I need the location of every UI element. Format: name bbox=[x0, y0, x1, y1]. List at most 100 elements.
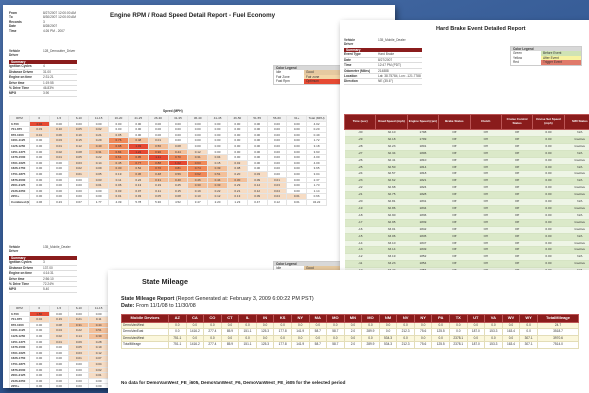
grid-cell: 0.00 bbox=[88, 383, 110, 388]
brake-cell: Off bbox=[501, 136, 533, 144]
brake-cell: Inactive bbox=[564, 246, 589, 255]
state-col-header: NY bbox=[290, 314, 310, 323]
summary-item-key: Odometer (Miles) bbox=[344, 68, 371, 73]
brake-cell: 1845 bbox=[407, 233, 439, 241]
vehicle-info-row: Driver bbox=[9, 53, 75, 57]
brake-cell: N/A bbox=[564, 150, 589, 158]
brake-col-header: Cruise Control Status bbox=[500, 114, 534, 130]
summary-item-key: Engine on time bbox=[9, 75, 32, 80]
brake-cell: -29 bbox=[344, 136, 376, 144]
brake-row: -26 32.41 1810 Off Off Off 0.00 Inactive bbox=[344, 157, 589, 165]
state-cell: 751.1 bbox=[168, 341, 187, 349]
brake-cell: Off bbox=[470, 246, 502, 255]
brake-cell: Off bbox=[438, 170, 470, 179]
state-cell: 212.3 bbox=[396, 328, 415, 336]
brake-cell: N/A bbox=[564, 212, 589, 220]
brake-cell: Off bbox=[470, 191, 502, 200]
brake-cell: 0.00 bbox=[532, 212, 565, 220]
state-row: TotalMileage 751.1 1416.2 277.4 85.9 151.1 125… bbox=[121, 341, 579, 349]
brake-cell: Off bbox=[470, 150, 502, 158]
brake-cell: N/A bbox=[564, 198, 589, 206]
brake-cell: Off bbox=[501, 164, 533, 172]
brake-cell: 32.81 bbox=[375, 198, 408, 206]
state-row: DemoVanWest 751.1 0.0 0.0 0.0 0.0 0.0 0.0 0.0 0.0… bbox=[121, 334, 579, 343]
brake-cell: Off bbox=[501, 226, 533, 234]
engine-summary-2: Summary Ignition Cycles 3 Distance Driven 1… bbox=[9, 256, 77, 293]
state-col-header: MN bbox=[343, 314, 363, 323]
summary-item-key: MPG bbox=[9, 91, 17, 96]
brake-cell: -25 bbox=[344, 164, 376, 172]
report-info-key: Time bbox=[9, 28, 17, 33]
state-cell: 2378.1 bbox=[449, 341, 468, 349]
brake-cell: N/A bbox=[564, 253, 589, 262]
state-col-header: MA bbox=[308, 314, 328, 323]
engine-report-info: From 8/27/2007 12:00:00 AM To 8/30/2007 12:… bbox=[9, 11, 76, 33]
state-cell: 0.0 bbox=[255, 334, 275, 343]
state-cell: 153.3 bbox=[484, 328, 503, 336]
brake-cell: Inactive bbox=[564, 260, 589, 269]
brake-cell: 32.10 bbox=[375, 129, 408, 137]
brake-cell: 0.00 bbox=[532, 205, 565, 213]
brake-row: -16 33.01 1842 Off Off Off 0.00 Inactive bbox=[344, 226, 589, 234]
state-cell: 0.0 bbox=[413, 334, 433, 343]
state-cell: 0.0 bbox=[378, 321, 398, 330]
state-device-name: DemoVanWest bbox=[121, 321, 169, 330]
brake-cell: Off bbox=[438, 164, 470, 172]
brake-cell: Off bbox=[470, 212, 502, 220]
summary-item-value: 137.00 bbox=[43, 265, 53, 270]
state-col-header: MO bbox=[361, 314, 380, 323]
brake-cell: Off bbox=[470, 136, 502, 144]
state-cell: 75.6 bbox=[413, 328, 433, 336]
brake-row: -18 32.90 1836 Off Off Off 0.00 N/A bbox=[344, 212, 589, 220]
engine-color-legend: Color Legend Idle Good Fair Zone Fair zone F… bbox=[273, 65, 345, 85]
brake-row: -21 32.75 1828 Off Off Off 0.00 Inactive bbox=[344, 191, 589, 200]
grid-cell: 5.78 bbox=[127, 198, 149, 206]
brake-cell: Off bbox=[501, 205, 533, 213]
brake-cell: Off bbox=[470, 226, 502, 234]
state-cell: 0.0 bbox=[431, 321, 450, 330]
brake-cell: Off bbox=[501, 129, 533, 137]
state-col-header: WY bbox=[519, 314, 538, 323]
brake-cell: 32.68 bbox=[375, 184, 408, 193]
state-cell: 58.7 bbox=[308, 328, 328, 336]
summary-item-row: MPG 5.40 bbox=[9, 287, 77, 293]
summary-item-key: Event Type bbox=[344, 52, 361, 57]
brake-cell: Off bbox=[438, 212, 470, 220]
engine-vehicle-info: Vehicle 128_Demoutter_Driver Driver bbox=[9, 49, 75, 58]
grid-cell: 0.47 bbox=[246, 198, 268, 206]
state-col-header: TX bbox=[449, 314, 468, 323]
brake-cell: 0.00 bbox=[532, 253, 565, 262]
brake-col-header: Road Speed (mph) bbox=[375, 114, 408, 130]
summary-item-row: MPG 3.90 bbox=[9, 91, 77, 97]
state-mileage-report-window: State Mileage State Mileage Report (Repo… bbox=[108, 270, 589, 393]
state-cell: 0.0 bbox=[466, 321, 486, 330]
state-cell: 0.0 bbox=[273, 321, 292, 330]
brake-cell: 1849 bbox=[407, 246, 439, 255]
brake-cell: Inactive bbox=[564, 157, 589, 165]
brake-col-header: Brake Status bbox=[438, 114, 471, 130]
hard-brake-event-table: Time (sec) Road Speed (mph) Engine Speed (… bbox=[343, 114, 589, 290]
brake-cell: 1831 bbox=[407, 198, 439, 206]
state-col-header: NY bbox=[413, 314, 433, 323]
brake-cell: 1810 bbox=[407, 157, 439, 165]
state-cell: 58.7 bbox=[308, 341, 328, 349]
brake-cell: -14 bbox=[344, 240, 376, 248]
brake-cell: 0.00 bbox=[532, 129, 565, 137]
grid-cell: 0.00 bbox=[68, 383, 90, 388]
brake-cell: Off bbox=[438, 219, 470, 227]
brake-cell: -30 bbox=[344, 129, 376, 137]
state-cell: 0.0 bbox=[255, 321, 275, 330]
grid-cell: 0.23 bbox=[48, 198, 70, 206]
grid-cell: 1.23 bbox=[226, 198, 248, 206]
state-cell: 2.0 bbox=[343, 341, 363, 349]
brake-cell: 32.34 bbox=[375, 150, 408, 158]
brake-cell: 1801 bbox=[407, 143, 439, 151]
report-info-value: 8/30/2007 12:00:00 AM bbox=[43, 15, 76, 20]
brake-cell: 0.00 bbox=[532, 260, 565, 269]
state-cell: 125.5 bbox=[431, 328, 450, 336]
summary-item-key: Distance Driven bbox=[9, 69, 34, 74]
state-cell: 307.1 bbox=[519, 341, 538, 349]
brake-row: -11 33.23 1854 Off Off Off 0.00 Inactive bbox=[344, 260, 589, 269]
brake-cell: Off bbox=[501, 198, 533, 206]
state-cell: 534.3 bbox=[378, 334, 398, 343]
